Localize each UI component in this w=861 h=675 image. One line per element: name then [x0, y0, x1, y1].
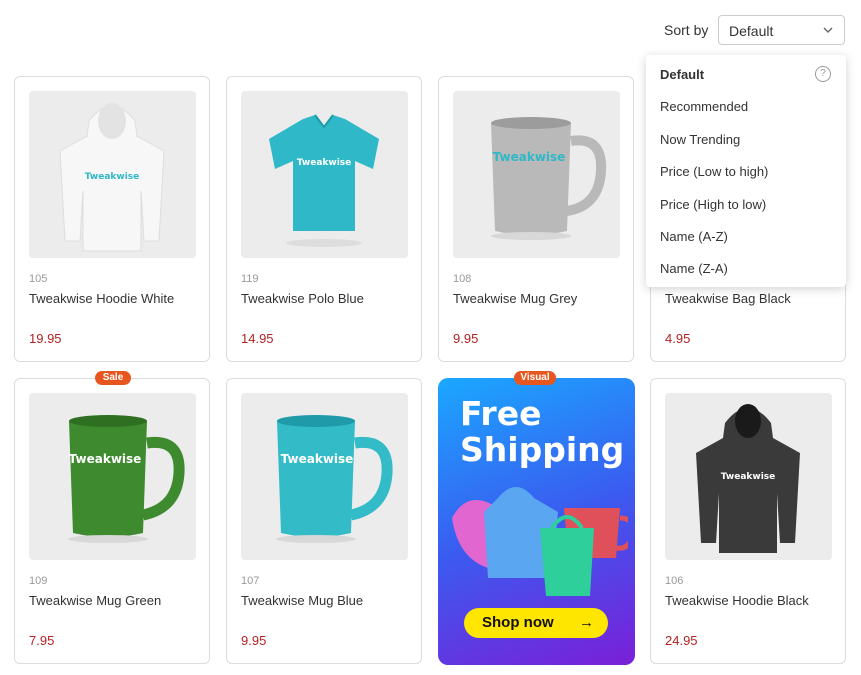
product-price: 19.95: [29, 331, 62, 346]
product-sku: 107: [241, 575, 260, 587]
product-price: 14.95: [241, 331, 274, 346]
shop-now-button[interactable]: Shop now →: [464, 608, 608, 638]
brand-logo: Tweakwise: [493, 150, 566, 164]
brand-logo: Tweakwise: [69, 452, 142, 466]
product-sku: 119: [241, 273, 259, 285]
product-image[interactable]: Tweakwise: [241, 393, 408, 560]
product-image[interactable]: Tweakwise: [453, 91, 620, 258]
brand-logo: Tweakwise: [85, 172, 140, 182]
product-sku: 105: [29, 273, 48, 285]
product-card[interactable]: Tweakwise 106 Tweakwise Hoodie Black 24.…: [650, 378, 846, 664]
product-card[interactable]: Tweakwise 109 Tweakwise Mug Green 7.95: [14, 378, 210, 664]
promo-headline: Free Shipping: [460, 394, 625, 469]
sale-badge: Sale: [95, 371, 131, 385]
sort-option-default[interactable]: Default: [660, 67, 704, 82]
product-price: 4.95: [665, 331, 691, 346]
product-sku: 106: [665, 575, 684, 587]
sort-option-price-asc[interactable]: Price (Low to high): [660, 164, 768, 179]
help-icon[interactable]: ?: [815, 66, 831, 82]
product-image[interactable]: Tweakwise: [29, 91, 196, 258]
product-title[interactable]: Tweakwise Bag Black: [665, 291, 791, 306]
promo-banner[interactable]: Free Shipping Shop now →: [438, 378, 635, 665]
chevron-down-icon: [823, 27, 833, 33]
product-card[interactable]: Tweakwise 108 Tweakwise Mug Grey 9.95: [438, 76, 634, 362]
product-title[interactable]: Tweakwise Polo Blue: [241, 291, 364, 306]
sort-dropdown: Default ? Recommended Now Trending Price…: [646, 55, 846, 287]
visual-badge: Visual: [514, 371, 556, 385]
brand-logo: Tweakwise: [281, 452, 354, 466]
sort-label: Sort by: [664, 22, 709, 38]
product-title[interactable]: Tweakwise Mug Green: [29, 593, 161, 608]
product-card[interactable]: Tweakwise 119 Tweakwise Polo Blue 14.95: [226, 76, 422, 362]
product-image[interactable]: Tweakwise: [29, 393, 196, 560]
product-price: 9.95: [241, 633, 267, 648]
product-card[interactable]: Tweakwise 107 Tweakwise Mug Blue 9.95: [226, 378, 422, 664]
sort-select[interactable]: Default: [718, 15, 845, 45]
brand-logo: Tweakwise: [297, 158, 352, 168]
product-image[interactable]: Tweakwise: [241, 91, 408, 258]
product-title[interactable]: Tweakwise Hoodie Black: [665, 593, 809, 608]
sort-option-price-desc[interactable]: Price (High to low): [660, 197, 766, 212]
sort-option-trending[interactable]: Now Trending: [660, 132, 740, 147]
sort-selected-value: Default: [729, 23, 774, 39]
arrow-right-icon: →: [579, 614, 594, 631]
sort-option-recommended[interactable]: Recommended: [660, 99, 748, 114]
promo-products-illustration: [452, 487, 628, 596]
sort-option-name-za[interactable]: Name (Z-A): [660, 261, 728, 276]
product-sku: 108: [453, 273, 472, 285]
product-title[interactable]: Tweakwise Mug Grey: [453, 291, 577, 306]
product-image[interactable]: Tweakwise: [665, 393, 832, 560]
product-price: 24.95: [665, 633, 698, 648]
product-price: 7.95: [29, 633, 55, 648]
sort-option-name-az[interactable]: Name (A-Z): [660, 229, 728, 244]
product-card[interactable]: Tweakwise 105 Tweakwise Hoodie White 19.…: [14, 76, 210, 362]
product-price: 9.95: [453, 331, 479, 346]
brand-logo: Tweakwise: [721, 472, 776, 482]
product-title[interactable]: Tweakwise Mug Blue: [241, 593, 363, 608]
product-title[interactable]: Tweakwise Hoodie White: [29, 291, 174, 306]
product-sku: 109: [29, 575, 48, 587]
